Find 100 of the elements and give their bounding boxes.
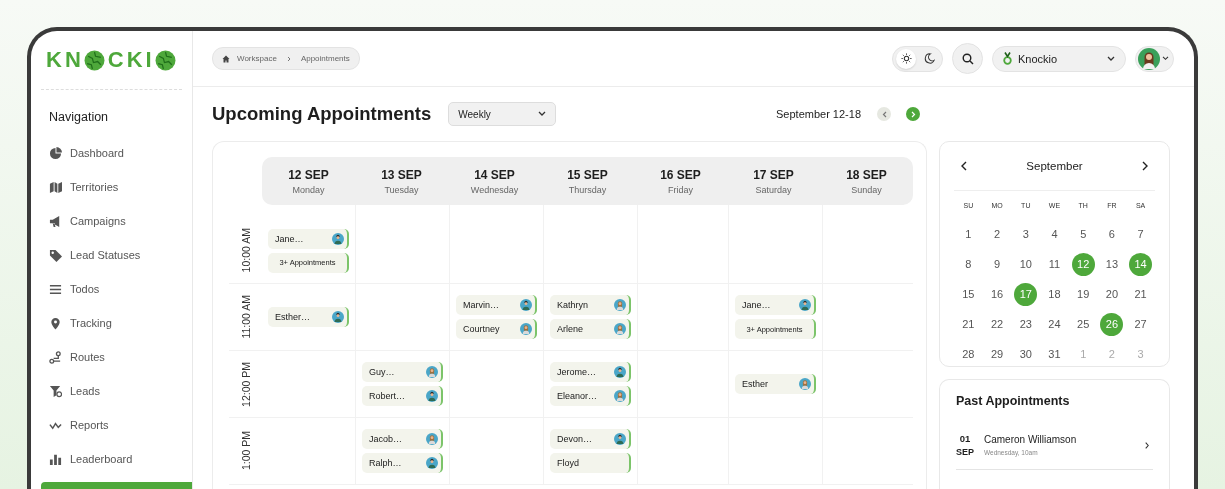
calendar-day[interactable]: 18 [1043, 282, 1066, 306]
previous-week-button[interactable] [877, 107, 891, 121]
calendar-day[interactable]: 20 [1100, 282, 1124, 306]
nav-item[interactable]: Routes [41, 346, 192, 368]
appointment-chip[interactable]: Robert… [362, 386, 443, 406]
day-name: Sunday [851, 184, 882, 195]
appointment-chip[interactable]: Jacob… [362, 429, 443, 449]
calendar-cell[interactable]: Guy… Robert… [355, 351, 449, 418]
day-date: 15 SEP [567, 167, 608, 182]
calendar-day[interactable]: 25 [1071, 312, 1095, 336]
appointment-chip[interactable]: Esther… [268, 307, 349, 327]
calendar-cell[interactable]: Jacob… Ralph… [355, 418, 449, 485]
appointment-chip[interactable]: Jane… [735, 295, 816, 315]
list-icon [49, 282, 62, 296]
time-label: 10:00 AM [239, 228, 252, 273]
appointment-chip[interactable]: Eleanor… [550, 386, 631, 406]
appointment-chip[interactable]: Ralph… [362, 453, 443, 473]
next-week-button[interactable] [906, 107, 920, 121]
calendar-day[interactable]: 5 [1071, 222, 1095, 246]
map-icon [49, 180, 62, 194]
appointment-chip[interactable]: Devon… [550, 429, 631, 449]
calendar-day[interactable]: 7 [1129, 222, 1153, 246]
calendar-day[interactable]: 22 [985, 312, 1009, 336]
previous-month-button[interactable] [961, 161, 967, 171]
theme-toggle[interactable] [892, 45, 943, 72]
appointment-chip[interactable]: Esther [735, 374, 816, 394]
chevron-left-icon [881, 110, 887, 118]
calendar-cell[interactable]: Jerome… Eleanor… [543, 351, 637, 418]
nav-item[interactable]: Tracking [41, 312, 192, 334]
calendar-day[interactable]: 23 [1014, 312, 1038, 336]
organization-select[interactable]: Knockio [992, 45, 1126, 72]
calendar-cell[interactable]: Esther… [262, 284, 355, 351]
calendar-day[interactable]: 19 [1071, 282, 1095, 306]
home-icon [222, 54, 230, 63]
avatar-icon [799, 299, 811, 311]
calendar-day[interactable]: 27 [1129, 312, 1153, 336]
appointment-chip[interactable]: Floyd [550, 453, 631, 473]
calendar-day[interactable]: 21 [1129, 282, 1153, 306]
day-date: 16 SEP [660, 167, 701, 182]
nav-item[interactable]: Todos [41, 278, 192, 300]
calendar-day[interactable]: 4 [1043, 222, 1066, 246]
calendar-day[interactable]: 29 [985, 342, 1009, 366]
search-icon [961, 52, 974, 65]
appointment-chip[interactable]: Jane… [268, 228, 349, 249]
nav-item[interactable]: Lead Statuses [41, 244, 192, 266]
chevron-right-icon [910, 110, 916, 118]
breadcrumb-link[interactable]: Appointments [300, 54, 350, 63]
sun-icon[interactable] [896, 48, 916, 69]
chevron-left-icon [961, 161, 967, 171]
avatar-icon [614, 299, 626, 311]
appointment-chip[interactable]: Marvin… [456, 295, 537, 315]
nav-item[interactable]: Leaderboard [41, 448, 192, 470]
calendar-day[interactable]: 28 [956, 342, 980, 366]
appointment-chip[interactable]: Guy… [362, 362, 443, 382]
nav-item[interactable]: Territories [41, 176, 192, 198]
calendar-day[interactable]: 31 [1043, 342, 1066, 366]
calendar-day[interactable]: 15 [956, 282, 980, 306]
chevron-down-icon [1162, 56, 1169, 61]
calendar-cell[interactable]: Kathryn Arlene [543, 284, 637, 351]
calendar-cell[interactable]: Devon… Floyd [543, 418, 637, 485]
search-button[interactable] [952, 43, 983, 74]
calendar-day[interactable]: 2 [985, 222, 1009, 246]
nav-item[interactable]: Leads [41, 380, 192, 402]
view-select[interactable]: Weekly [448, 102, 557, 126]
calendar-day[interactable]: 30 [1014, 342, 1038, 366]
calendar-day[interactable]: 3 [1014, 222, 1038, 246]
calendar-day[interactable]: 13 [1100, 252, 1124, 276]
calendar-day[interactable]: 10 [1014, 252, 1038, 276]
profile-menu[interactable] [1135, 45, 1174, 72]
globe-icon [154, 49, 176, 71]
calendar-day[interactable]: 21 [956, 312, 980, 336]
avatar-icon [520, 299, 532, 311]
calendar-cell[interactable]: Marvin… Courtney [449, 284, 543, 351]
day-name: Friday [668, 184, 693, 195]
section-title: Past Appointments [956, 394, 1071, 408]
breadcrumb-link[interactable]: Workspace [237, 54, 277, 63]
pie-chart-icon [49, 146, 62, 160]
calendar-day[interactable]: 16 [985, 282, 1009, 306]
appointment-chip[interactable]: Courtney [456, 319, 537, 339]
avatar-icon [332, 311, 344, 323]
calendar-day[interactable]: 11 [1043, 252, 1066, 276]
avatar-icon [426, 457, 438, 469]
avatar-icon [426, 366, 438, 378]
calendar-day[interactable]: 8 [956, 252, 980, 276]
nav-item[interactable]: Reports [41, 414, 192, 436]
appointment-chip[interactable]: Arlene [550, 319, 631, 339]
nav-item[interactable]: Campaigns [41, 210, 192, 232]
calendar-day[interactable]: 24 [1043, 312, 1066, 336]
calendar-day[interactable]: 1 [956, 222, 980, 246]
calendar-day[interactable]: 6 [1100, 222, 1124, 246]
next-month-button[interactable] [1142, 161, 1148, 171]
appointment-chip[interactable]: Kathryn [550, 295, 631, 315]
calendar-cell[interactable]: Esther [728, 351, 822, 418]
appointment-chip[interactable]: Jerome… [550, 362, 631, 382]
nav-item[interactable]: Dashboard [41, 142, 192, 164]
avatar-icon [799, 378, 811, 390]
logo-text: CKI [107, 47, 155, 73]
month-name: September [1026, 160, 1083, 172]
calendar-day[interactable]: 9 [985, 252, 1009, 276]
day-date: 12 SEP [288, 167, 329, 182]
